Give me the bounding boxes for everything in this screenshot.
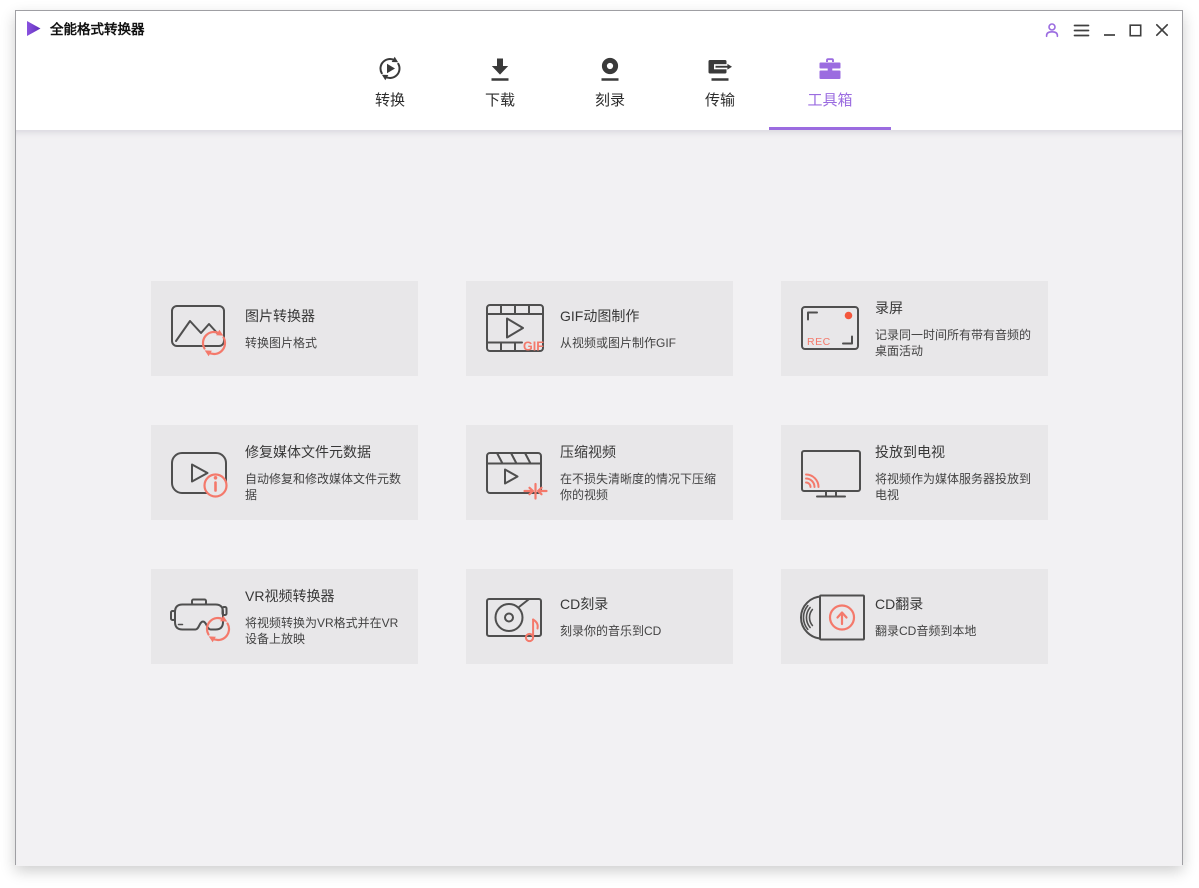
tool-card-cd-rip[interactable]: CD翻录 翻录CD音频到本地 (781, 569, 1048, 664)
tool-card-title: GIF动图制作 (560, 308, 640, 324)
vr-converter-icon (165, 587, 241, 647)
tool-card-cast-to-tv[interactable]: 投放到电视 将视频作为媒体服务器投放到电视 (781, 425, 1048, 520)
tab-transfer[interactable]: 传输 (680, 52, 760, 130)
tool-card-title: 压缩视频 (560, 444, 616, 460)
toolbox-panel: 图片转换器 转换图片格式 GIF GIF动图制作 从视频或图片制作GIF REC… (16, 130, 1182, 866)
window-controls (1044, 22, 1169, 38)
tab-toolbox[interactable]: 工具箱 (790, 52, 870, 130)
tool-card-subtitle: 从视频或图片制作GIF (560, 336, 676, 350)
convert-icon (350, 52, 430, 85)
compress-video-icon (480, 443, 556, 503)
tool-card-vr-converter[interactable]: VR视频转换器 将视频转换为VR格式并在VR设备上放映 (151, 569, 418, 664)
tab-label: 传输 (704, 92, 735, 109)
nav-tabs: 转换 下载 刻录 传输 工具箱 (38, 45, 1182, 130)
tool-grid: 图片转换器 转换图片格式 GIF GIF动图制作 从视频或图片制作GIF REC… (16, 130, 1182, 664)
minimize-icon[interactable] (1103, 23, 1116, 37)
tab-convert[interactable]: 转换 (350, 52, 430, 130)
tool-card-title: 修复媒体文件元数据 (245, 444, 371, 460)
tool-card-subtitle: 将视频作为媒体服务器投放到电视 (875, 472, 1032, 502)
tool-card-subtitle: 翻录CD音频到本地 (875, 624, 977, 638)
gif-maker-icon: GIF (480, 299, 556, 359)
cd-burn-icon (480, 587, 556, 647)
navbar: 转换 下载 刻录 传输 工具箱 (16, 45, 1182, 130)
tool-card-title: CD翻录 (875, 596, 924, 612)
app-logo-icon (27, 20, 41, 36)
screen-recorder-icon: REC (795, 299, 871, 359)
tool-card-subtitle: 刻录你的音乐到CD (560, 624, 662, 638)
tool-card-subtitle: 将视频转换为VR格式并在VR设备上放映 (245, 616, 399, 646)
tool-card-subtitle: 转换图片格式 (245, 336, 318, 350)
tool-card-screen-recorder[interactable]: REC 录屏 记录同一时间所有带有音频的桌面活动 (781, 281, 1048, 376)
tab-label: 转换 (374, 92, 405, 109)
transfer-icon (680, 52, 760, 85)
tab-label: 下载 (484, 92, 515, 109)
tool-card-image-converter[interactable]: 图片转换器 转换图片格式 (151, 281, 418, 376)
gif-icon-label: GIF (523, 339, 544, 353)
tab-label: 工具箱 (807, 92, 853, 109)
app-window: 全能格式转换器 转换 下载 刻录 传输 工具箱 图片转换器 转换图片格式 GIF… (15, 10, 1183, 866)
tab-label: 刻录 (594, 92, 625, 109)
cast-to-tv-icon (795, 443, 871, 503)
menu-icon[interactable] (1073, 23, 1090, 38)
tool-card-fix-metadata[interactable]: 修复媒体文件元数据 自动修复和修改媒体文件元数据 (151, 425, 418, 520)
close-icon[interactable] (1155, 23, 1169, 37)
tool-card-title: VR视频转换器 (245, 588, 335, 604)
app-title: 全能格式转换器 (50, 22, 145, 37)
maximize-icon[interactable] (1129, 23, 1142, 37)
account-icon[interactable] (1044, 22, 1060, 38)
download-icon (460, 52, 540, 85)
tool-card-subtitle: 在不损失清晰度的情况下压缩你的视频 (560, 472, 717, 502)
tool-card-title: 录屏 (875, 300, 903, 316)
tab-download[interactable]: 下载 (460, 52, 540, 130)
tool-card-subtitle: 记录同一时间所有带有音频的桌面活动 (875, 328, 1032, 358)
fix-metadata-icon (165, 443, 241, 503)
toolbox-icon (790, 52, 870, 85)
tool-card-subtitle: 自动修复和修改媒体文件元数据 (245, 472, 402, 502)
tab-burn[interactable]: 刻录 (570, 52, 650, 130)
tool-card-title: CD刻录 (560, 596, 609, 612)
tool-card-title: 图片转换器 (245, 308, 315, 324)
tool-card-cd-burn[interactable]: CD刻录 刻录你的音乐到CD (466, 569, 733, 664)
tool-card-compress-video[interactable]: 压缩视频 在不损失清晰度的情况下压缩你的视频 (466, 425, 733, 520)
titlebar: 全能格式转换器 (16, 11, 1182, 45)
rec-icon-label: REC (807, 336, 831, 348)
burn-icon (570, 52, 650, 85)
cd-rip-icon (795, 587, 871, 647)
image-converter-icon (165, 299, 241, 359)
tool-card-gif-maker[interactable]: GIF GIF动图制作 从视频或图片制作GIF (466, 281, 733, 376)
tool-card-title: 投放到电视 (875, 444, 945, 460)
